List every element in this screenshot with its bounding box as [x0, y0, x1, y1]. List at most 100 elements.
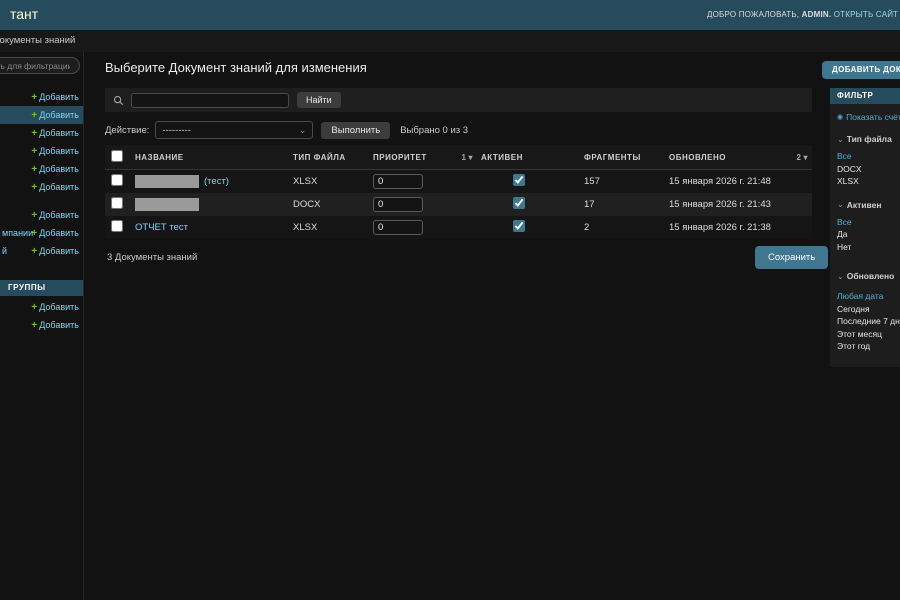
- plus-icon: +: [31, 163, 38, 175]
- selection-counter: Выбрано 0 из 3: [400, 124, 469, 136]
- add-model-link[interactable]: + Добавить: [31, 128, 79, 139]
- filter-option[interactable]: XLSX: [837, 175, 900, 188]
- nav-sidebar: +Добавить +Добавить +Добавить +Добавить …: [0, 52, 84, 600]
- site-title-link[interactable]: тант: [10, 6, 38, 22]
- add-model-link[interactable]: + Добавить: [31, 210, 79, 221]
- column-header-name[interactable]: НАЗВАНИЕ: [131, 145, 289, 170]
- filter-panel-title: ФИЛЬТР: [830, 88, 900, 104]
- sort-indicator[interactable]: 1 ▾: [462, 153, 473, 162]
- add-model-link[interactable]: + Добавить: [31, 302, 79, 313]
- filter-option[interactable]: Любая дата: [837, 290, 900, 303]
- add-label: Добавить: [39, 128, 79, 138]
- sidebar-filter-input[interactable]: [0, 57, 80, 74]
- column-label: ПРИОРИТЕТ: [373, 152, 427, 162]
- column-header-updated[interactable]: ОБНОВЛЕНО 2 ▾: [665, 145, 812, 170]
- sidebar-model-row: + Добавить: [0, 178, 83, 196]
- filter-section-label: Тип файла: [846, 134, 892, 144]
- add-model-link[interactable]: + Добавить: [31, 92, 79, 103]
- filter-section-toggle[interactable]: ⌄ Тип файла: [837, 134, 900, 144]
- add-model-link[interactable]: + Добавить: [31, 228, 79, 239]
- column-header-fragments[interactable]: ФРАГМЕНТЫ: [580, 145, 665, 170]
- file-type-cell: XLSX: [293, 222, 318, 233]
- priority-input[interactable]: [373, 174, 423, 189]
- column-header-file-type[interactable]: ТИП ФАЙЛА: [289, 145, 369, 170]
- priority-cell: [369, 170, 477, 194]
- model-link[interactable]: й: [2, 246, 7, 256]
- updated-cell: 15 января 2026 г. 21:43: [669, 199, 771, 210]
- add-label: Добавить: [39, 110, 79, 120]
- page-title: Выберите Документ знаний для изменения: [105, 60, 367, 75]
- show-counts-link[interactable]: ◉ Показать счётчики: [837, 112, 900, 122]
- view-site-link[interactable]: ОТКРЫТЬ САЙТ: [834, 10, 899, 19]
- sort-indicator[interactable]: 2 ▾: [797, 153, 808, 162]
- breadcrumb: Документы знаний: [0, 30, 900, 52]
- priority-input[interactable]: [373, 197, 423, 212]
- search-bar: Найти: [105, 88, 812, 112]
- search-input[interactable]: [131, 92, 289, 108]
- redacted-name: [135, 175, 199, 188]
- filter-option[interactable]: Все: [837, 150, 900, 163]
- app-header: тант ДОБРО ПОЖАЛОВАТЬ, ADMIN. ОТКРЫТЬ СА…: [0, 0, 900, 30]
- breadcrumb-current: Документы знаний: [0, 35, 76, 46]
- sidebar-model-row: + Добавить: [0, 298, 83, 316]
- filter-option[interactable]: Последние 7 дней: [837, 315, 900, 328]
- counts-icon: ◉: [837, 114, 844, 121]
- row-select-checkbox[interactable]: [111, 174, 123, 186]
- updated-cell: 15 января 2026 г. 21:38: [669, 222, 771, 233]
- action-select[interactable]: --------- ⌄: [155, 121, 314, 139]
- sidebar-model-row-selected: + Добавить: [0, 106, 83, 124]
- add-label: Добавить: [39, 246, 79, 256]
- add-model-link[interactable]: + Добавить: [31, 110, 79, 121]
- plus-icon: +: [31, 301, 38, 313]
- save-button[interactable]: Сохранить: [755, 246, 829, 269]
- sort-priority-number: 1: [461, 152, 467, 162]
- filter-section-active: ⌄ Активен Все Да Нет: [830, 200, 900, 254]
- active-cell: [477, 193, 580, 216]
- filter-option[interactable]: Сегодня: [837, 303, 900, 316]
- add-label: Добавить: [39, 228, 79, 238]
- search-button[interactable]: Найти: [297, 92, 341, 108]
- filter-section-toggle[interactable]: ⌄ Обновлено: [837, 271, 900, 281]
- filter-option[interactable]: Этот месяц: [837, 328, 900, 341]
- sidebar-group-list: + Добавить + Добавить: [0, 298, 83, 334]
- add-model-link[interactable]: + Добавить: [31, 182, 79, 193]
- add-object-button[interactable]: ДОБАВИТЬ ДОКУМЕНТ ЗНАНИЙ: [822, 61, 900, 79]
- column-header-priority[interactable]: ПРИОРИТЕТ 1 ▾: [369, 145, 477, 170]
- active-checkbox[interactable]: [513, 174, 525, 186]
- row-select-checkbox[interactable]: [111, 197, 123, 209]
- filter-option[interactable]: Все: [837, 216, 900, 229]
- object-link[interactable]: (тест): [204, 176, 229, 187]
- plus-icon: +: [31, 145, 38, 157]
- filter-option[interactable]: DOCX: [837, 163, 900, 176]
- add-model-link[interactable]: + Добавить: [31, 146, 79, 157]
- add-model-link[interactable]: + Добавить: [31, 320, 79, 331]
- filter-section-toggle[interactable]: ⌄ Активен: [837, 200, 900, 210]
- object-link[interactable]: ОТЧЕТ тест: [135, 222, 188, 233]
- name-cell: (тест): [131, 170, 289, 194]
- add-model-link[interactable]: + Добавить: [31, 164, 79, 175]
- priority-cell: [369, 193, 477, 216]
- plus-icon: +: [31, 109, 38, 121]
- action-select-value: ---------: [162, 124, 191, 136]
- filter-option[interactable]: Нет: [837, 241, 900, 254]
- add-model-link[interactable]: + Добавить: [31, 246, 79, 257]
- select-all-checkbox[interactable]: [111, 150, 123, 162]
- filter-option[interactable]: Да: [837, 228, 900, 241]
- chevron-down-icon: ⌄: [298, 124, 307, 135]
- run-action-button[interactable]: Выполнить: [321, 121, 391, 139]
- column-header-active[interactable]: АКТИВЕН: [477, 145, 580, 170]
- column-label: НАЗВАНИЕ: [135, 152, 184, 162]
- active-checkbox[interactable]: [513, 220, 525, 232]
- column-label: АКТИВЕН: [481, 152, 523, 162]
- active-checkbox[interactable]: [513, 197, 525, 209]
- welcome-text: ДОБРО ПОЖАЛОВАТЬ,: [707, 10, 800, 19]
- priority-input[interactable]: [373, 220, 423, 235]
- filter-option[interactable]: Этот год: [837, 340, 900, 353]
- filter-section-updated: ⌄ Обновлено Любая дата Сегодня Последние…: [830, 271, 900, 353]
- file-type-cell: XLSX: [293, 176, 318, 187]
- model-link[interactable]: мпании: [2, 228, 33, 238]
- user-tools: ДОБРО ПОЖАЛОВАТЬ, ADMIN. ОТКРЫТЬ САЙТ / …: [707, 10, 900, 19]
- column-label: ФРАГМЕНТЫ: [584, 152, 641, 162]
- sort-arrow-icon: ▾: [468, 152, 473, 162]
- row-select-checkbox[interactable]: [111, 220, 123, 232]
